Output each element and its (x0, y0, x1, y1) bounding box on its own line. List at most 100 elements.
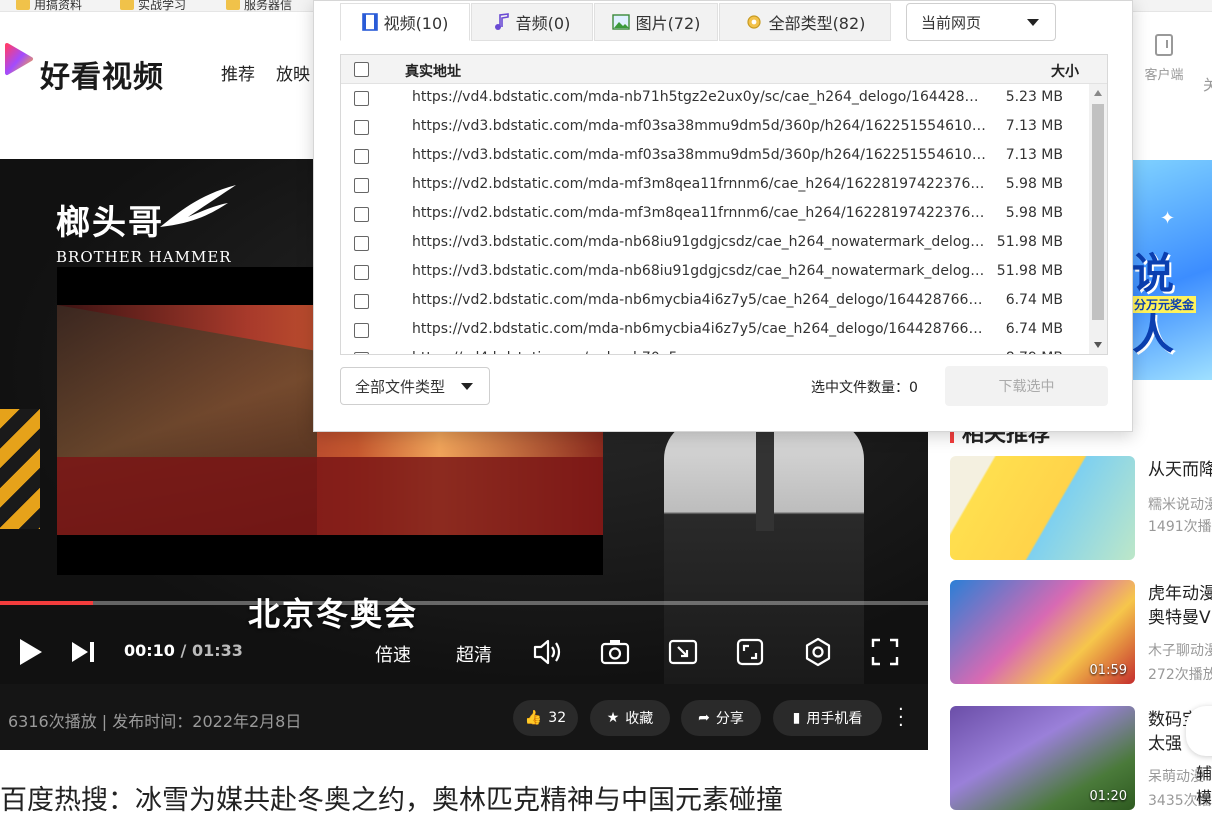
assistant-float-icon[interactable] (1186, 706, 1212, 756)
play-icon[interactable] (18, 637, 44, 667)
row-checkbox[interactable] (354, 207, 369, 222)
row-size: 6.74 MB (1005, 321, 1063, 337)
share-arrow-icon: ➦ (698, 710, 710, 726)
tab-images[interactable]: 图片(72) (594, 3, 718, 41)
more-options-icon[interactable]: · · · (898, 701, 904, 735)
folder-icon (226, 0, 240, 10)
media-download-popup: 视频(10) 音频(0) 图片(72) 全部类型(82) 当前网页 真实地址 大… (313, 0, 1133, 432)
play-logo-icon[interactable] (4, 42, 34, 76)
row-checkbox[interactable] (354, 120, 369, 135)
speed-button[interactable]: 倍速 (375, 641, 411, 667)
table-row[interactable]: https://vd2.bdstatic.com/mda-mf3m8qea11f… (341, 200, 1089, 229)
row-url: https://vd2.bdstatic.com/mda-nb6mycbia4i… (412, 292, 987, 308)
settings-gear-icon[interactable] (803, 637, 833, 667)
nav-item-cut[interactable]: 关 (1203, 74, 1212, 95)
row-url: https://vd2.bdstatic.com/mda-mf3m8qea11f… (412, 176, 987, 192)
next-icon[interactable] (70, 640, 96, 664)
row-size: 51.98 MB (996, 234, 1063, 250)
row-checkbox[interactable] (354, 149, 369, 164)
row-url: https://vd3.bdstatic.com/mda-nb68iu91gdg… (412, 263, 987, 279)
bookmark-label: 实战学习 (138, 0, 187, 12)
promo-banner[interactable]: ✦ 说人 分万元奖金 (1132, 160, 1212, 380)
tab-video[interactable]: 视频(10) (340, 3, 470, 41)
table-row[interactable]: https://vd4.bdstatic.com/mda-nb71h5tgz2e… (341, 84, 1089, 113)
table-row[interactable]: https://vd3.bdstatic.com/mda-nb68iu91gdg… (341, 229, 1089, 258)
row-checkbox[interactable] (354, 236, 369, 251)
bookmark-item[interactable]: 实战学习 (120, 0, 187, 12)
bookmark-item[interactable]: 用搞资料 (16, 0, 82, 11)
like-button[interactable]: 👍 32 (513, 700, 578, 736)
row-checkbox[interactable] (354, 265, 369, 280)
tab-label: 全部类型(82) (768, 14, 866, 33)
tab-label: 视频(10) (383, 14, 449, 33)
assistant-label[interactable]: 辅模 (1196, 762, 1212, 810)
phone-icon: ▮ (792, 710, 801, 726)
row-url: https://vd4.bdstatic.com/mda-nb70p5x... (412, 350, 987, 354)
progress-bar[interactable] (0, 601, 928, 605)
download-selected-button[interactable]: 下载选中 (945, 366, 1108, 406)
row-checkbox[interactable] (354, 178, 369, 193)
folder-icon (16, 0, 30, 10)
web-fullscreen-icon[interactable] (736, 638, 764, 666)
column-header-size: 大小 (1051, 64, 1079, 80)
select-all-checkbox[interactable] (354, 62, 369, 77)
row-checkbox[interactable] (354, 91, 369, 106)
row-url: https://vd2.bdstatic.com/mda-nb6mycbia4i… (412, 321, 987, 337)
scroll-down-icon[interactable] (1094, 342, 1102, 348)
share-button[interactable]: ➦ 分享 (681, 700, 761, 736)
row-checkbox[interactable] (354, 294, 369, 309)
quality-button[interactable]: 超清 (456, 641, 492, 667)
video-thumbnail (950, 456, 1135, 560)
file-type-value: 全部文件类型 (355, 377, 446, 396)
volume-icon[interactable] (532, 638, 562, 666)
table-row[interactable]: https://vd3.bdstatic.com/mda-nb68iu91gdg… (341, 258, 1089, 287)
watch-on-mobile-button[interactable]: ▮ 用手机看 (773, 700, 882, 736)
table-row[interactable]: https://vd3.bdstatic.com/mda-mf03sa38mmu… (341, 142, 1089, 171)
table-row[interactable]: https://vd4.bdstatic.com/mda-nb70p5x... 8… (341, 345, 1089, 354)
table-scrollbar[interactable] (1089, 84, 1107, 354)
character-tie (756, 431, 774, 531)
nav-item-screening[interactable]: 放映 (276, 60, 310, 85)
collect-label: 收藏 (625, 711, 654, 727)
nav-item-recommend[interactable]: 推荐 (221, 60, 255, 85)
column-header-url: 真实地址 (405, 64, 461, 80)
time-current: 00:10 (124, 641, 175, 660)
scrollbar-thumb[interactable] (1092, 104, 1104, 320)
related-video-card[interactable]: 从天而降 糯米说动漫 1491次播放 (950, 456, 1212, 560)
card-plays: 272次播放 (1148, 667, 1212, 683)
scroll-up-icon[interactable] (1094, 90, 1102, 96)
picture-in-picture-icon[interactable] (668, 638, 698, 666)
collect-button[interactable]: ★ 收藏 (590, 700, 670, 736)
scope-dropdown[interactable]: 当前网页 (906, 3, 1056, 41)
card-author: 糯米说动漫 (1148, 497, 1212, 513)
table-row[interactable]: https://vd3.bdstatic.com/mda-mf03sa38mmu… (341, 113, 1089, 142)
table-row[interactable]: https://vd2.bdstatic.com/mda-mf3m8qea11f… (341, 171, 1089, 200)
row-checkbox[interactable] (354, 323, 369, 338)
scope-value: 当前网页 (921, 13, 982, 32)
fullscreen-icon[interactable] (871, 638, 899, 666)
duration-badge: 01:59 (1089, 663, 1127, 678)
table-row[interactable]: https://vd2.bdstatic.com/mda-nb6mycbia4i… (341, 316, 1089, 345)
file-type-dropdown[interactable]: 全部文件类型 (340, 367, 490, 405)
related-video-card[interactable]: 01:59 虎年动漫奥特曼V 木子聊动漫 272次播放 (950, 580, 1212, 684)
screenshot-camera-icon[interactable] (600, 638, 630, 666)
row-checkbox[interactable] (354, 352, 369, 354)
table-row[interactable]: https://vd2.bdstatic.com/mda-nb6mycbia4i… (341, 287, 1089, 316)
row-size: 7.13 MB (1005, 147, 1063, 163)
film-icon (361, 13, 378, 31)
media-table: 真实地址 大小 https://vd4.bdstatic.com/mda-nb7… (340, 54, 1108, 355)
row-url: https://vd2.bdstatic.com/mda-mf3m8qea11f… (412, 205, 987, 221)
site-logo[interactable]: 好看视频 (40, 52, 164, 96)
client-download-link[interactable]: 客户端 (1140, 34, 1188, 83)
bookmark-item[interactable]: 服务器信 (226, 0, 292, 11)
tab-audio[interactable]: 音频(0) (471, 3, 593, 41)
row-url: https://vd3.bdstatic.com/mda-nb68iu91gdg… (412, 234, 987, 250)
gear-icon (746, 15, 761, 29)
watermark-en: BROTHER HAMMER (56, 248, 232, 266)
tab-all-types[interactable]: 全部类型(82) (719, 3, 891, 41)
share-label: 分享 (715, 711, 744, 727)
folder-icon (120, 0, 134, 10)
browser-page: 用搞资料 实战学习 服务器信 好看视频 推荐 放映 客户端 关 榔头哥 BROT… (0, 0, 1212, 833)
related-video-card[interactable]: 01:20 数码宝贝太强 呆萌动漫 3435次播放 (950, 706, 1212, 810)
like-count: 32 (548, 710, 567, 726)
